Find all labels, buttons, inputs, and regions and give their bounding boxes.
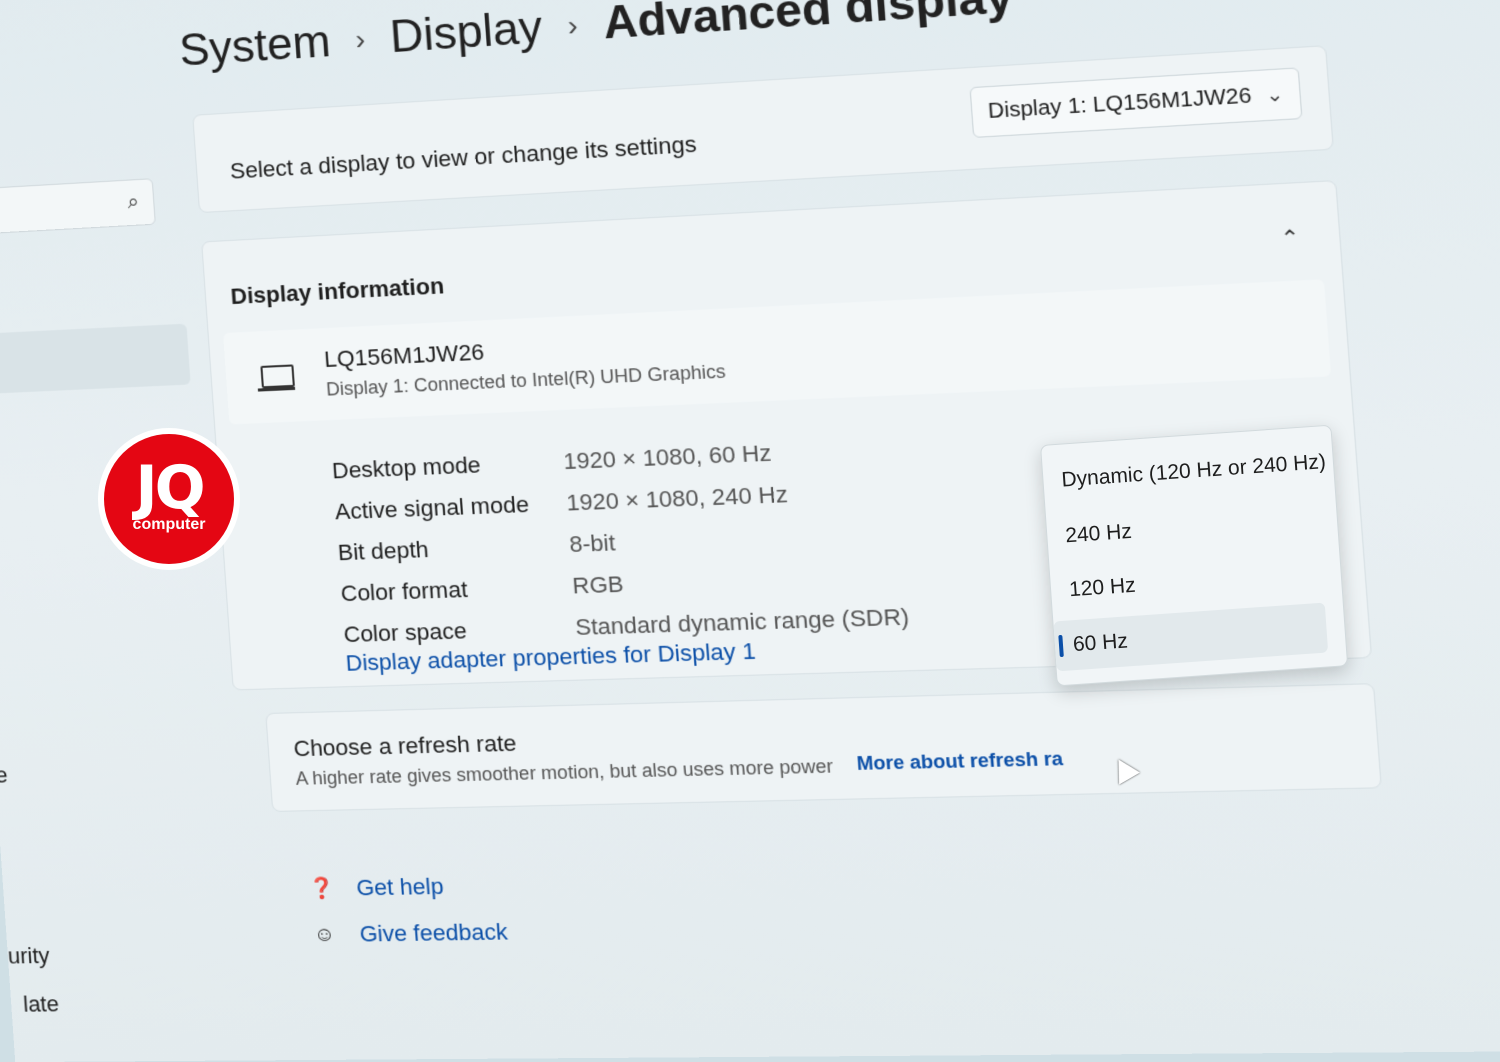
display-dropdown-value: Display 1: LQ156M1JW26: [987, 84, 1252, 124]
breadcrumb-display[interactable]: Display: [388, 2, 544, 63]
spec-value: 1920 × 1080, 240 Hz: [566, 481, 789, 517]
refresh-rate-card: Choose a refresh rate A higher rate give…: [265, 683, 1382, 812]
refresh-rate-title: Choose a refresh rate: [293, 730, 518, 762]
spec-label: Color space: [343, 614, 577, 648]
get-help-link[interactable]: ❓ Get help: [308, 873, 445, 902]
section-title: Display information: [230, 273, 445, 310]
menu-item-240hz[interactable]: 240 Hz: [1065, 520, 1133, 549]
feedback-icon: ☺: [311, 923, 337, 946]
sidebar-item-selected[interactable]: [0, 324, 191, 395]
menu-item-dynamic[interactable]: Dynamic (120 Hz or 240 Hz): [1061, 450, 1327, 492]
more-about-refresh-link[interactable]: More about refresh ra: [856, 748, 1064, 775]
spec-label: Color format: [340, 573, 574, 608]
spec-label: Active signal mode: [334, 490, 567, 526]
chevron-down-icon: ⌄: [1265, 83, 1284, 107]
refresh-rate-description: A higher rate gives smoother motion, but…: [295, 756, 834, 790]
display-dropdown[interactable]: Display 1: LQ156M1JW26 ⌄: [969, 67, 1302, 138]
refresh-rate-menu: Dynamic (120 Hz or 240 Hz) 240 Hz 120 Hz…: [1040, 425, 1348, 687]
chevron-right-icon: ›: [354, 23, 366, 56]
selection-indicator: [1058, 635, 1064, 657]
breadcrumb-system[interactable]: System: [178, 16, 333, 77]
help-icon: ❓: [308, 877, 334, 900]
give-feedback-label: Give feedback: [359, 919, 509, 948]
spec-value: 8-bit: [568, 530, 616, 559]
jq-computer-logo: JQ computer: [98, 428, 240, 570]
logo-text: JQ: [104, 458, 234, 518]
spec-value: Standard dynamic range (SDR): [574, 604, 910, 642]
display-select-card: Select a display to view or change its s…: [192, 45, 1334, 213]
sidebar-item-partial[interactable]: e: [0, 762, 8, 788]
display-select-label: Select a display to view or change its s…: [229, 131, 697, 185]
search-icon: ⌕: [127, 190, 140, 214]
sidebar-item-partial[interactable]: urity: [7, 943, 50, 970]
chevron-up-icon[interactable]: ⌃: [1279, 224, 1300, 252]
give-feedback-link[interactable]: ☺ Give feedback: [311, 919, 508, 949]
page-title: Advanced display: [602, 0, 1016, 50]
sidebar-item-partial[interactable]: late: [22, 991, 59, 1018]
logo-subtext: computer: [104, 516, 234, 534]
spec-label: Desktop mode: [331, 448, 564, 484]
menu-item-120hz[interactable]: 120 Hz: [1068, 574, 1136, 603]
breadcrumb: System › Display › Advanced display: [178, 0, 1015, 77]
spec-value: RGB: [571, 571, 624, 600]
search-input[interactable]: ⌕: [0, 178, 156, 235]
laptop-icon: [260, 364, 295, 388]
menu-item-60hz[interactable]: 60 Hz: [1053, 603, 1328, 672]
chevron-right-icon: ›: [567, 9, 579, 43]
spec-label: Bit depth: [337, 531, 570, 566]
monitor-name: LQ156M1JW26: [323, 339, 485, 373]
spec-value: 1920 × 1080, 60 Hz: [563, 440, 773, 476]
menu-item-label: 60 Hz: [1072, 629, 1128, 656]
get-help-label: Get help: [356, 873, 445, 901]
spec-list: Desktop mode 1920 × 1080, 60 Hz Active s…: [331, 427, 911, 655]
